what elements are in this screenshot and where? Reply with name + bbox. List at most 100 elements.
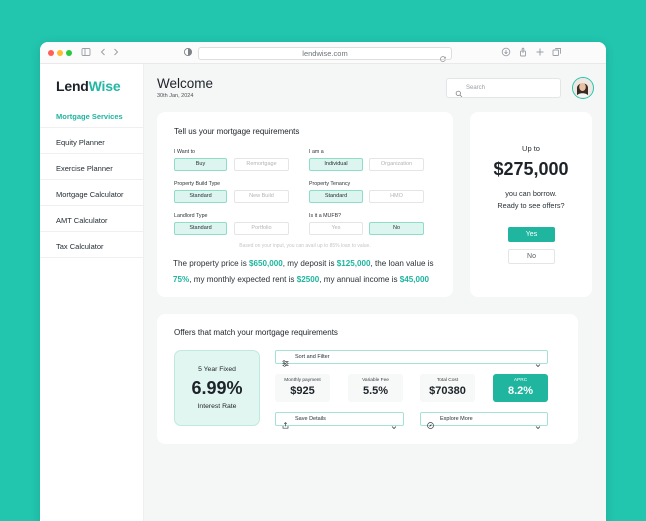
sidebar-item-tax-calculator[interactable]: Tax Calculator [56, 242, 104, 251]
divider [40, 205, 143, 206]
option-hmo[interactable]: HMO [369, 190, 424, 203]
explore-more-dropdown[interactable]: Explore More [420, 412, 548, 430]
option-buy[interactable]: Buy [174, 158, 227, 171]
sidebar-item-mortgage-calculator[interactable]: Mortgage Calculator [56, 190, 124, 199]
summary-text: The property price is [173, 259, 250, 268]
chevron-down-icon [391, 417, 397, 430]
stat-label: APRC [513, 378, 528, 383]
sidebar-item-equity-planner[interactable]: Equity Planner [56, 138, 105, 147]
option-mufb-yes[interactable]: Yes [309, 222, 363, 235]
forward-arrow-icon[interactable] [110, 47, 122, 59]
requirements-summary: The property price is $650,000, my depos… [173, 256, 448, 287]
yes-button[interactable]: Yes [508, 227, 555, 242]
borrow-text: you can borrow. [505, 189, 557, 198]
save-icon [282, 416, 289, 429]
explore-more-label: Explore More [440, 416, 473, 422]
option-remortgage[interactable]: Remortgage [234, 158, 289, 171]
requirements-title: Tell us your mortgage requirements [174, 127, 300, 136]
stat-label: Monthly payment [284, 378, 321, 383]
divider [40, 257, 143, 258]
stat-value: 5.5% [362, 385, 389, 397]
reload-icon[interactable] [439, 50, 447, 62]
variable-fee-stat: Variable Fee 5.5% [348, 374, 403, 402]
maximize-window-button[interactable] [66, 50, 72, 56]
sidebar-item-amt-calculator[interactable]: AMT Calculator [56, 216, 108, 225]
rent-value[interactable]: $2500 [297, 275, 320, 284]
total-cost-stat: Total Cost $70380 [420, 374, 475, 402]
stat-label: Variable Fee [362, 378, 389, 383]
option-portfolio[interactable]: Portfolio [234, 222, 289, 235]
product-card[interactable]: 5 Year Fixed 6.99% Interest Rate [174, 350, 260, 426]
i-am-a-label: I am a [309, 149, 324, 155]
minimize-window-button[interactable] [57, 50, 63, 56]
loan-value[interactable]: 75% [173, 275, 189, 284]
current-date: 30th Jan, 2024 [157, 93, 194, 99]
chevron-down-icon [535, 355, 541, 368]
option-new-build[interactable]: New Build [234, 190, 289, 203]
close-window-button[interactable] [48, 50, 54, 56]
stat-value: $70380 [429, 385, 466, 397]
offers-question: Ready to see offers? [497, 201, 565, 210]
option-build-standard[interactable]: Standard [174, 190, 227, 203]
stat-value: 8.2% [507, 385, 534, 397]
offers-title: Offers that match your mortgage requirem… [174, 328, 338, 337]
sort-filter-label: Sort and Filter [295, 354, 330, 360]
divider [40, 127, 143, 128]
borrow-amount: $275,000 [493, 159, 569, 179]
interest-rate-label: Interest Rate [197, 403, 237, 410]
stat-value: $925 [290, 385, 315, 397]
page-title: Welcome [157, 76, 214, 91]
borrow-card: Up to $275,000 you can borrow. Ready to … [470, 112, 592, 297]
option-mufb-no[interactable]: No [369, 222, 424, 235]
browser-window: lendwise.com LendWise Mortgage Services … [40, 42, 606, 521]
divider [40, 153, 143, 154]
download-icon[interactable] [500, 47, 512, 59]
summary-text: , my deposit is [282, 259, 337, 268]
save-details-label: Save Details [295, 416, 326, 422]
option-organization[interactable]: Organization [369, 158, 424, 171]
user-avatar[interactable] [572, 77, 594, 99]
product-name: 5 Year Fixed [198, 366, 236, 373]
aprc-stat: APRC 8.2% [493, 374, 548, 402]
stat-label: Total Cost [436, 378, 459, 383]
divider [40, 231, 143, 232]
income-value[interactable]: $45,000 [400, 275, 429, 284]
sidebar-icon[interactable] [80, 47, 92, 59]
logo-text-lend: Lend [56, 78, 89, 94]
no-button[interactable]: No [508, 249, 555, 264]
url-text: lendwise.com [302, 49, 348, 58]
monthly-payment-stat: Monthly payment $925 [275, 374, 330, 402]
interest-rate-value: 6.99% [191, 378, 243, 398]
option-landlord-standard[interactable]: Standard [174, 222, 227, 235]
requirements-card: Tell us your mortgage requirements I Wan… [157, 112, 453, 297]
divider [40, 179, 143, 180]
option-individual[interactable]: Individual [309, 158, 363, 171]
build-type-label: Property Build Type [174, 181, 221, 187]
save-details-dropdown[interactable]: Save Details [275, 412, 404, 430]
ltv-hint: Based on your input, you can avail up to… [239, 243, 371, 249]
sidebar-item-mortgage-services[interactable]: Mortgage Services [56, 112, 123, 121]
upto-label: Up to [522, 144, 540, 153]
sidebar-item-exercise-planner[interactable]: Exercise Planner [56, 164, 113, 173]
lendwise-logo[interactable]: LendWise [56, 78, 121, 94]
new-tab-icon[interactable] [534, 47, 546, 59]
privacy-icon[interactable] [182, 47, 194, 59]
landlord-type-label: Landlord Type [174, 213, 208, 219]
sidebar: LendWise Mortgage Services Equity Planne… [40, 64, 144, 521]
summary-text: , the loan value is [370, 259, 434, 268]
tabs-icon[interactable] [551, 47, 563, 59]
search-input[interactable]: Search [446, 78, 561, 98]
deposit-value[interactable]: $125,000 [337, 259, 371, 268]
offers-card: Offers that match your mortgage requirem… [157, 314, 578, 444]
option-tenancy-standard[interactable]: Standard [309, 190, 363, 203]
share-icon[interactable] [517, 47, 529, 59]
tenancy-label: Property Tenancy [309, 181, 351, 187]
sort-filter-dropdown[interactable]: Sort and Filter [275, 350, 548, 368]
back-arrow-icon[interactable] [97, 47, 109, 59]
search-placeholder: Search [466, 85, 486, 91]
address-bar[interactable]: lendwise.com [198, 47, 452, 62]
property-price-value[interactable]: $650,000 [249, 259, 283, 268]
chevron-down-icon [535, 417, 541, 430]
logo-text-wise: Wise [88, 78, 121, 94]
search-icon [455, 85, 463, 98]
